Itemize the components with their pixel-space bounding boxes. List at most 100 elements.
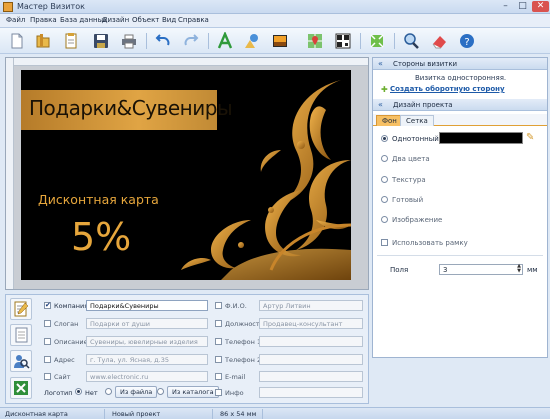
color-picker-icon[interactable]: ✎ bbox=[526, 132, 534, 143]
redo-icon[interactable] bbox=[182, 32, 200, 50]
contacts-button[interactable] bbox=[10, 350, 32, 372]
name-input[interactable]: Артур Литвин bbox=[259, 300, 363, 311]
save-icon[interactable] bbox=[92, 32, 110, 50]
radio-solid[interactable] bbox=[381, 135, 388, 142]
phone2-checkbox[interactable] bbox=[215, 356, 222, 363]
menu-database[interactable]: База данных bbox=[60, 16, 107, 24]
logo-none-radio[interactable] bbox=[75, 388, 82, 395]
slogan-checkbox[interactable] bbox=[44, 320, 51, 327]
website-checkbox[interactable] bbox=[44, 373, 51, 380]
radio-image[interactable] bbox=[381, 216, 388, 223]
logo-from-file-button[interactable]: Из файла bbox=[115, 386, 158, 398]
help-icon[interactable]: ? bbox=[458, 32, 476, 50]
option-ready-label: Готовый bbox=[392, 196, 424, 204]
menu-bar: Файл Правка База данных Дизайн Объект Ви… bbox=[0, 14, 550, 28]
text-icon[interactable] bbox=[216, 32, 234, 50]
menu-help[interactable]: Справка bbox=[178, 16, 209, 24]
eraser-icon[interactable] bbox=[430, 32, 448, 50]
create-back-side-link[interactable]: Создать оборотную сторону bbox=[390, 85, 505, 93]
radio-ready[interactable] bbox=[381, 196, 388, 203]
info-input[interactable] bbox=[259, 387, 363, 398]
undo-icon[interactable] bbox=[154, 32, 172, 50]
position-checkbox[interactable] bbox=[215, 320, 222, 327]
properties-panel: « Стороны визитки Визитка односторонняя.… bbox=[372, 57, 548, 358]
description-input[interactable]: Сувениры, ювелирные изделия bbox=[86, 336, 208, 347]
use-border-label: Использовать рамку bbox=[392, 239, 468, 247]
email-label: E-mail bbox=[225, 373, 246, 381]
radio-texture[interactable] bbox=[381, 176, 388, 183]
gold-ornament-image[interactable] bbox=[151, 70, 351, 280]
menu-design[interactable]: Дизайн bbox=[102, 16, 129, 24]
company-checkbox[interactable] bbox=[44, 301, 51, 309]
excel-import-button[interactable] bbox=[10, 377, 32, 399]
template-icon[interactable] bbox=[62, 32, 80, 50]
use-border-checkbox[interactable] bbox=[381, 239, 388, 246]
phone2-input[interactable] bbox=[259, 354, 363, 365]
sides-header[interactable]: « Стороны визитки bbox=[373, 58, 547, 70]
background-color-swatch[interactable] bbox=[439, 132, 523, 144]
fit-icon[interactable] bbox=[368, 32, 386, 50]
logo-file-radio[interactable] bbox=[105, 388, 112, 395]
collapse-icon[interactable]: « bbox=[378, 59, 383, 68]
address-label: Адрес bbox=[54, 356, 75, 364]
card-percent[interactable]: 5% bbox=[71, 215, 131, 259]
address-checkbox[interactable] bbox=[44, 356, 51, 363]
position-input[interactable]: Продавец-консультант bbox=[259, 318, 363, 329]
collapse-icon[interactable]: « bbox=[378, 100, 383, 109]
info-checkbox[interactable] bbox=[215, 389, 222, 396]
tab-grid[interactable]: Сетка bbox=[400, 115, 434, 126]
phone1-label: Телефон 1 bbox=[225, 338, 262, 346]
new-icon[interactable] bbox=[8, 32, 26, 50]
image-icon[interactable] bbox=[271, 32, 289, 50]
description-checkbox[interactable] bbox=[44, 338, 51, 345]
logo-catalog-radio[interactable] bbox=[157, 388, 164, 395]
map-icon[interactable] bbox=[306, 32, 324, 50]
qrcode-icon[interactable] bbox=[334, 32, 352, 50]
maximize-button[interactable]: □ bbox=[514, 1, 531, 12]
email-input[interactable] bbox=[259, 371, 363, 382]
name-label: Ф.И.О. bbox=[225, 302, 247, 310]
business-card-preview[interactable]: Подарки&Сувениры Дисконтная карта 5% bbox=[21, 70, 351, 280]
sides-info: Визитка односторонняя. bbox=[415, 74, 507, 82]
shapes-icon[interactable] bbox=[243, 32, 261, 50]
excel-icon bbox=[14, 381, 28, 395]
status-card-type: Дисконтная карта bbox=[5, 410, 68, 418]
margins-input[interactable]: 3 bbox=[439, 264, 523, 275]
option-texture-label: Текстура bbox=[392, 176, 426, 184]
phone1-input[interactable] bbox=[259, 336, 363, 347]
notes-button[interactable] bbox=[10, 324, 32, 346]
minimize-button[interactable]: – bbox=[497, 1, 514, 12]
zoom-icon[interactable] bbox=[402, 32, 420, 50]
name-checkbox[interactable] bbox=[215, 302, 222, 309]
option-solid-label: Однотонный bbox=[392, 135, 439, 143]
radio-two-colors[interactable] bbox=[381, 155, 388, 162]
app-icon bbox=[3, 2, 13, 12]
company-input[interactable]: Подарки&Сувениры bbox=[86, 300, 208, 311]
toolbar-separator bbox=[208, 33, 209, 49]
address-input[interactable]: г. Тула, ул. Ясная, д.35 bbox=[86, 354, 208, 365]
menu-view[interactable]: Вид bbox=[162, 16, 176, 24]
title-bar: Мастер Визиток – □ ✕ bbox=[0, 0, 550, 14]
logo-from-catalog-button[interactable]: Из каталога bbox=[167, 386, 219, 398]
print-icon[interactable] bbox=[120, 32, 138, 50]
status-bar: Дисконтная карта Новый проект 86 x 54 мм bbox=[0, 407, 550, 419]
close-button[interactable]: ✕ bbox=[532, 1, 549, 12]
toolbar: ? bbox=[0, 28, 550, 54]
design-tabs: Фон Сетка bbox=[373, 114, 547, 126]
open-icon[interactable] bbox=[34, 32, 52, 50]
design-header[interactable]: « Дизайн проекта bbox=[373, 99, 547, 111]
menu-object[interactable]: Объект bbox=[132, 16, 159, 24]
slogan-label: Слоган bbox=[54, 320, 79, 328]
card-subtitle[interactable]: Дисконтная карта bbox=[38, 192, 159, 207]
edit-fields-button[interactable] bbox=[10, 298, 32, 320]
phone1-checkbox[interactable] bbox=[215, 338, 222, 345]
tab-background[interactable]: Фон bbox=[376, 115, 403, 126]
users-icon bbox=[14, 355, 30, 369]
slogan-input[interactable]: Подарки от души bbox=[86, 318, 208, 329]
menu-edit[interactable]: Правка bbox=[30, 16, 57, 24]
menu-file[interactable]: Файл bbox=[6, 16, 25, 24]
margins-spinner[interactable]: ▲ ▼ bbox=[515, 264, 523, 275]
website-input[interactable]: www.electronic.ru bbox=[86, 371, 208, 382]
email-checkbox[interactable] bbox=[215, 373, 222, 380]
divider bbox=[377, 255, 543, 256]
